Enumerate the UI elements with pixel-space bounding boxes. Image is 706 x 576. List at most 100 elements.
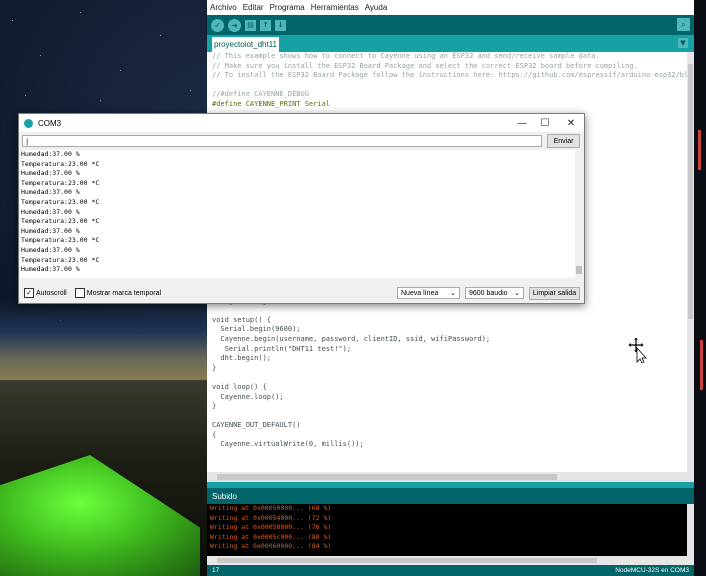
triangle-down-icon: ▼ — [680, 39, 686, 47]
tab-bar: proyectoiot_dht11 ▼ — [207, 35, 694, 52]
menu-ayuda[interactable]: Ayuda — [362, 3, 391, 12]
code-line: Cayenne.loop(); — [212, 392, 284, 401]
menu-bar: Archivo Editar Programa Herramientas Ayu… — [207, 0, 694, 15]
verify-button[interactable]: ✓ — [211, 18, 224, 32]
star — [40, 55, 41, 56]
editor-horizontal-scrollbar[interactable] — [207, 472, 694, 482]
output-console[interactable]: Writing at 0x00050000... (68 %) Writing a… — [207, 504, 687, 556]
code-line: Cayenne.virtualWrite(0, millis()); — [212, 440, 364, 449]
code-line: CAYENNE_OUT_DEFAULT() — [212, 421, 301, 430]
star — [12, 20, 13, 21]
console-vertical-scrollbar[interactable] — [687, 504, 694, 556]
serial-output-line: Humedad:37.00 % — [21, 207, 80, 216]
menu-programa[interactable]: Programa — [267, 3, 308, 12]
line-ending-select[interactable]: Nueva línea ⌄ — [397, 287, 460, 299]
star — [190, 90, 191, 91]
status-bar: Subido — [207, 488, 694, 504]
save-button[interactable]: ↓ — [275, 19, 286, 31]
editor-vertical-scrollbar[interactable] — [687, 52, 694, 472]
autoscroll-option[interactable]: ✓ Autoscroll — [24, 288, 67, 298]
timestamp-checkbox[interactable] — [74, 288, 85, 298]
code-line: // Make sure you install the ESP32 Board… — [212, 61, 638, 70]
close-button[interactable]: ✕ — [558, 114, 584, 132]
new-button[interactable]: ▤ — [245, 19, 256, 31]
console-line: Writing at 0x00060000... (84 %) — [210, 542, 332, 551]
background-window-edge — [694, 0, 706, 576]
window-title: COM3 — [38, 118, 62, 128]
line-number: 17 — [212, 567, 220, 574]
menu-editar[interactable]: Editar — [240, 3, 267, 12]
code-line: // To install the ESP32 Board Package fo… — [212, 71, 687, 80]
arrow-right-icon: ➜ — [231, 20, 238, 30]
serial-output-line: Humedad:37.00 % — [21, 265, 80, 274]
check-icon: ✓ — [26, 290, 32, 297]
arrow-up-icon: ↑ — [262, 21, 269, 29]
chevron-down-icon: ⌄ — [514, 290, 520, 297]
code-line: Serial.println("DHT11 test!"); — [212, 344, 352, 353]
serial-output-line: Humedad:37.00 % — [21, 245, 80, 254]
magnifier-icon: ⌕ — [681, 19, 686, 29]
scroll-thumb[interactable] — [217, 558, 597, 563]
serial-output[interactable]: Humedad:37.00 % Temperatura:23.00 *C Humed… — [20, 150, 575, 278]
code-line: dht.begin(); — [212, 354, 272, 363]
open-button[interactable]: ↑ — [260, 19, 271, 31]
console-line: Writing at 0x00058000... (76 %) — [210, 523, 332, 532]
send-input[interactable]: | — [22, 135, 542, 147]
serial-output-line: Temperatura:23.00 *C — [21, 217, 100, 226]
serial-output-line: Humedad:37.00 % — [21, 169, 80, 178]
horizon-glow — [0, 300, 210, 380]
board-port: NodeMCU-32S en COM3 — [615, 567, 689, 574]
tab-menu-button[interactable]: ▼ — [678, 38, 688, 48]
star — [160, 35, 161, 36]
serial-output-line: Humedad:37.00 % — [21, 226, 80, 235]
serial-monitor-button[interactable]: ⌕ — [677, 18, 690, 31]
strip-mark — [700, 340, 703, 390]
move-cursor-icon — [628, 337, 647, 363]
upload-button[interactable]: ➜ — [228, 18, 241, 32]
serial-output-line: Temperatura:23.00 *C — [21, 159, 100, 168]
console-line: Writing at 0x00054000... (72 %) — [210, 513, 332, 522]
autoscroll-label: Autoscroll — [36, 289, 67, 297]
send-button[interactable]: Enviar — [547, 134, 580, 148]
code-line: } — [212, 402, 217, 411]
line-ending-value: Nueva línea — [401, 289, 439, 297]
serial-output-line: Temperatura:23.00 *C — [21, 197, 100, 206]
menu-herramientas[interactable]: Herramientas — [308, 3, 362, 12]
clear-output-button[interactable]: Limpiar salida — [529, 287, 580, 300]
code-line: void loop() { — [212, 382, 267, 391]
menu-archivo[interactable]: Archivo — [207, 3, 240, 12]
arduino-icon — [24, 118, 33, 128]
baud-rate-select[interactable]: 9600 baudio ⌄ — [465, 287, 524, 299]
star — [25, 95, 26, 96]
console-horizontal-scrollbar[interactable] — [207, 556, 694, 565]
maximize-button[interactable]: ☐ — [532, 114, 558, 132]
serial-output-line: Temperatura:23.00 *C — [21, 178, 100, 187]
check-icon: ✓ — [214, 20, 221, 30]
code-line: { — [212, 430, 217, 439]
chevron-down-icon: ⌄ — [450, 290, 456, 297]
code-line: //#define CAYENNE_DEBUG — [212, 90, 309, 99]
serial-monitor-window: COM3 — ☐ ✕ | Enviar Humedad:37.00 % Tempe… — [18, 113, 585, 304]
timestamp-label: Mostrar marca temporal — [86, 289, 162, 297]
autoscroll-checkbox[interactable]: ✓ — [24, 288, 34, 298]
footer-bar: 17 NodeMCU-32S en COM3 — [207, 565, 694, 576]
code-line: // This example shows how to connect to … — [212, 52, 600, 60]
tab-sketch[interactable]: proyectoiot_dht11 — [212, 37, 279, 52]
serial-output-line: Humedad:37.00 % — [21, 150, 80, 158]
baud-rate-value: 9600 baudio — [469, 289, 508, 297]
strip-mark — [698, 130, 701, 170]
star — [120, 70, 121, 71]
star — [80, 12, 81, 13]
code-line: } — [212, 363, 217, 372]
serial-output-line: Temperatura:23.00 *C — [21, 236, 100, 245]
scroll-thumb[interactable] — [576, 266, 582, 274]
title-bar[interactable]: COM3 — ☐ ✕ — [19, 114, 584, 132]
scroll-thumb[interactable] — [688, 64, 693, 319]
timestamp-option[interactable]: Mostrar marca temporal — [74, 288, 162, 298]
output-scrollbar[interactable] — [575, 150, 583, 278]
scroll-thumb[interactable] — [217, 474, 557, 480]
